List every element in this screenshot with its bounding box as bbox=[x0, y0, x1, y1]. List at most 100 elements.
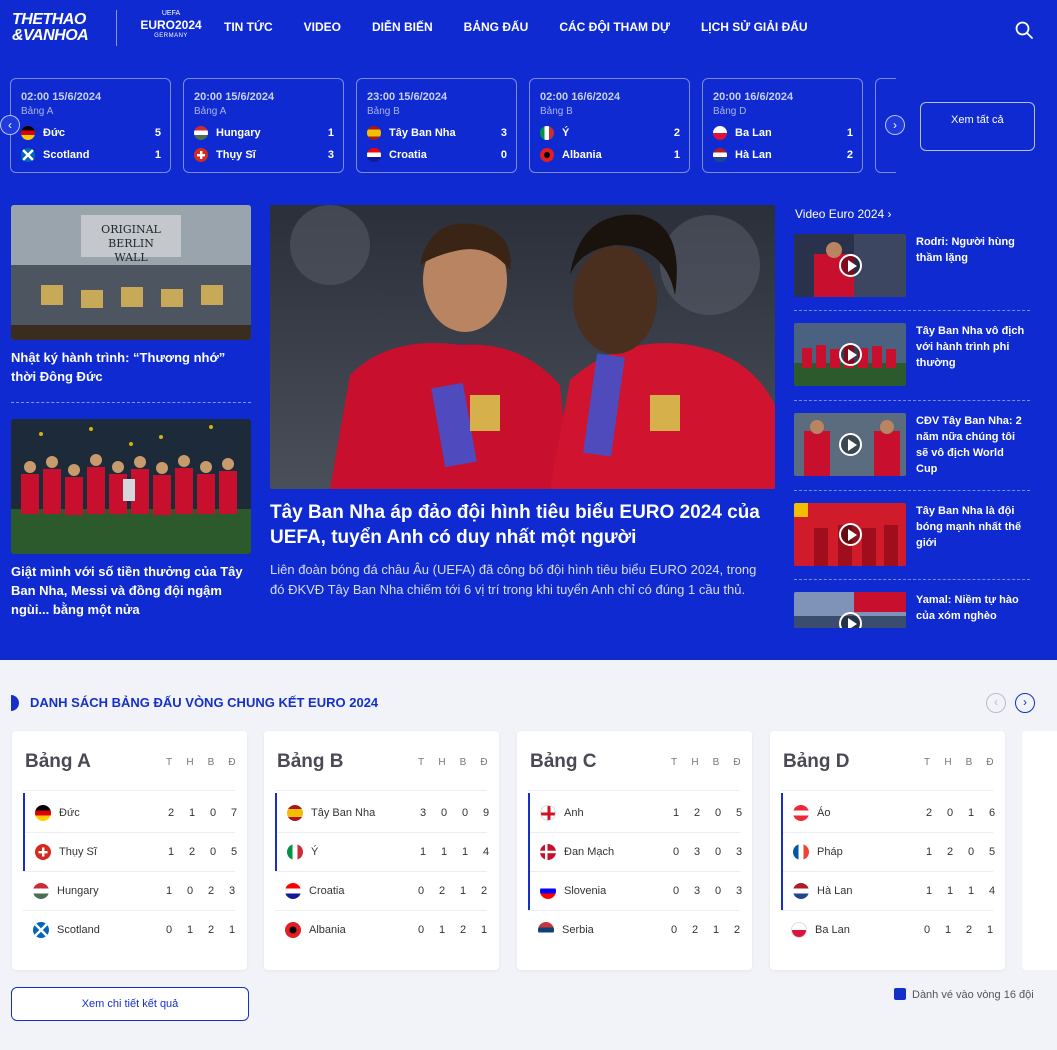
video-item[interactable]: Yamal: Niềm tự hào của xóm nghèo bbox=[794, 592, 1030, 628]
video-title[interactable]: Tây Ban Nha là đội bóng mạnh nhất thế gi… bbox=[916, 503, 1028, 551]
top-navigation-bar: THETHAO &VANHOA UEFA EURO2024 GERMANY TI… bbox=[0, 0, 1057, 62]
match-card[interactable]: 02:00 15/6/2024 Bảng A Đức 5 Scotland 1 bbox=[10, 78, 171, 173]
see-all-matches-button[interactable]: Xem tất cả bbox=[920, 102, 1035, 151]
hungary-flag-icon bbox=[33, 882, 49, 899]
play-icon bbox=[839, 523, 862, 546]
video-thumbnail[interactable] bbox=[794, 234, 906, 297]
match-time: 02:00 16/6/2024 bbox=[540, 91, 621, 103]
match-prev-button[interactable]: ‹ bbox=[0, 115, 20, 135]
ao-flag-icon bbox=[793, 804, 809, 821]
match-card[interactable]: 23:00 15/6/2024 Bảng B Tây Ban Nha 3 Cro… bbox=[356, 78, 517, 173]
play-icon bbox=[839, 254, 862, 277]
table-row[interactable]: Đan Mạch 0 3 0 3 bbox=[528, 832, 742, 871]
home-team: Hungary bbox=[216, 127, 261, 139]
match-carousel: 02:00 15/6/2024 Bảng A Đức 5 Scotland 1 … bbox=[10, 78, 896, 174]
video-item[interactable]: Tây Ban Nha vô địch với hành trình phi t… bbox=[794, 323, 1030, 387]
table-row[interactable]: Áo 2 0 1 6 bbox=[781, 793, 995, 832]
video-thumbnail[interactable] bbox=[794, 413, 906, 476]
match-card[interactable]: 20:00 15/6/2024 Bảng A Hungary 1 Thụy Sĩ… bbox=[183, 78, 344, 173]
table-row[interactable]: Albania 0 1 2 1 bbox=[275, 910, 487, 949]
home-score: 3 bbox=[500, 127, 507, 139]
table-row[interactable]: Ý 1 1 1 4 bbox=[275, 832, 489, 871]
match-group: Bảng A bbox=[21, 106, 54, 117]
stat-losses: 0 bbox=[967, 845, 975, 858]
video-item[interactable]: Tây Ban Nha là đội bóng mạnh nhất thế gi… bbox=[794, 503, 1030, 567]
table-row[interactable]: Hà Lan 1 1 1 4 bbox=[781, 871, 995, 910]
nav-cac-doi-tham-du[interactable]: CÁC ĐỘI THAM DỰ bbox=[559, 20, 670, 34]
euro2024-logo[interactable]: UEFA EURO2024 GERMANY bbox=[138, 10, 204, 46]
table-row[interactable]: Tây Ban Nha 3 0 0 9 bbox=[275, 793, 489, 832]
team-name: Hà Lan bbox=[817, 884, 853, 897]
stat-wins: 0 bbox=[417, 923, 425, 936]
home-score: 5 bbox=[154, 127, 161, 139]
nav-bang-dau[interactable]: BẢNG ĐẤU bbox=[464, 20, 529, 34]
team-name: Ý bbox=[311, 845, 319, 858]
standings-prev-button[interactable]: ‹ bbox=[986, 693, 1006, 713]
column-header: H bbox=[438, 757, 446, 768]
stat-wins: 0 bbox=[923, 923, 931, 936]
video-title[interactable]: Tây Ban Nha vô địch với hành trình phi t… bbox=[916, 323, 1028, 371]
nav-lich-su-giai-dau[interactable]: LỊCH SỬ GIẢI ĐẤU bbox=[701, 20, 808, 34]
table-row[interactable]: Thụy Sĩ 1 2 0 5 bbox=[23, 832, 237, 871]
match-group: Bảng B bbox=[367, 106, 400, 117]
section-title-marker bbox=[11, 695, 19, 711]
video-item[interactable]: Rodri: Người hùng thầm lặng bbox=[794, 234, 1030, 298]
video-title[interactable]: Rodri: Người hùng thầm lặng bbox=[916, 234, 1028, 266]
away-score: 2 bbox=[846, 149, 853, 161]
nav-video[interactable]: VIDEO bbox=[304, 20, 341, 34]
albania-flag-icon bbox=[285, 921, 301, 938]
stat-wins: 1 bbox=[925, 884, 933, 897]
table-row[interactable]: Scotland 0 1 2 1 bbox=[23, 910, 235, 949]
view-results-button[interactable]: Xem chi tiết kết quả bbox=[11, 987, 249, 1021]
scotland-flag-icon bbox=[21, 148, 35, 162]
video-title[interactable]: CĐV Tây Ban Nha: 2 năm nữa chúng tôi sẽ … bbox=[916, 413, 1028, 477]
video-list: Rodri: Người hùng thầm lặng Tây Ban Nha … bbox=[0, 188, 1057, 628]
y-flag-icon bbox=[287, 843, 303, 860]
stat-losses: 0 bbox=[714, 806, 722, 819]
stat-points: 3 bbox=[735, 884, 743, 897]
table-row[interactable]: Ba Lan 0 1 2 1 bbox=[781, 910, 993, 949]
site-logo[interactable]: THETHAO &VANHOA bbox=[12, 12, 100, 46]
match-away-row: Croatia 0 bbox=[367, 147, 507, 163]
table-row[interactable]: Anh 1 2 0 5 bbox=[528, 793, 742, 832]
video-title[interactable]: Yamal: Niềm tự hào của xóm nghèo bbox=[916, 592, 1028, 624]
hungary-flag-icon bbox=[194, 126, 208, 140]
video-thumbnail[interactable] bbox=[794, 323, 906, 386]
match-strip: 02:00 15/6/2024 Bảng A Đức 5 Scotland 1 … bbox=[0, 62, 1057, 188]
column-header: B bbox=[965, 757, 973, 768]
video-thumbnail[interactable] bbox=[794, 503, 906, 566]
stat-points: 6 bbox=[988, 806, 996, 819]
team-name: Slovenia bbox=[564, 884, 607, 897]
match-next-button[interactable]: › bbox=[885, 115, 905, 135]
standings-section-title: DANH SÁCH BẢNG ĐẤU VÒNG CHUNG KẾT EURO 2… bbox=[30, 695, 379, 710]
anh-flag-icon bbox=[540, 804, 556, 821]
column-header: Đ bbox=[480, 757, 488, 768]
match-card[interactable]: 20:00 16/6/2024 Bảng D Ba Lan 1 Hà Lan 2 bbox=[702, 78, 863, 173]
table-row[interactable]: Hungary 1 0 2 3 bbox=[23, 871, 235, 910]
header-divider bbox=[781, 790, 993, 791]
stat-draws: 2 bbox=[693, 806, 701, 819]
logo-line1: THETHAO bbox=[12, 11, 86, 28]
match-home-row: Hungary 1 bbox=[194, 125, 334, 141]
video-thumbnail[interactable] bbox=[794, 592, 906, 628]
video-item[interactable]: CĐV Tây Ban Nha: 2 năm nữa chúng tôi sẽ … bbox=[794, 413, 1030, 477]
table-row[interactable]: Serbia 0 2 1 2 bbox=[528, 910, 740, 949]
group-card: Bảng D T H B Đ Áo 2 0 1 6 Pháp 1 2 0 5 Hà La… bbox=[770, 731, 1005, 970]
group-card: Bảng B T H B Đ Tây Ban Nha 3 0 0 9 Ý 1 1 1 4… bbox=[264, 731, 499, 970]
table-row[interactable]: Croatia 0 2 1 2 bbox=[275, 871, 487, 910]
match-away-row: Thụy Sĩ 3 bbox=[194, 147, 334, 163]
match-card[interactable]: 02:00 16/6/2024 Bảng B Ý 2 Albania 1 bbox=[529, 78, 690, 173]
search-icon[interactable] bbox=[1014, 20, 1034, 40]
table-row[interactable]: Pháp 1 2 0 5 bbox=[781, 832, 995, 871]
stat-losses: 0 bbox=[714, 884, 722, 897]
standings-next-button[interactable]: › bbox=[1015, 693, 1035, 713]
nav-dien-bien[interactable]: DIỄN BIẾN bbox=[372, 20, 433, 34]
stat-points: 5 bbox=[735, 806, 743, 819]
stat-wins: 3 bbox=[419, 806, 427, 819]
tay-ban-nha-flag-icon bbox=[287, 804, 303, 821]
table-row[interactable]: Đức 2 1 0 7 bbox=[23, 793, 237, 832]
away-team: Thụy Sĩ bbox=[216, 149, 256, 161]
stat-wins: 0 bbox=[672, 845, 680, 858]
table-row[interactable]: Slovenia 0 3 0 3 bbox=[528, 871, 742, 910]
nav-tin-tuc[interactable]: TIN TỨC bbox=[224, 20, 273, 34]
